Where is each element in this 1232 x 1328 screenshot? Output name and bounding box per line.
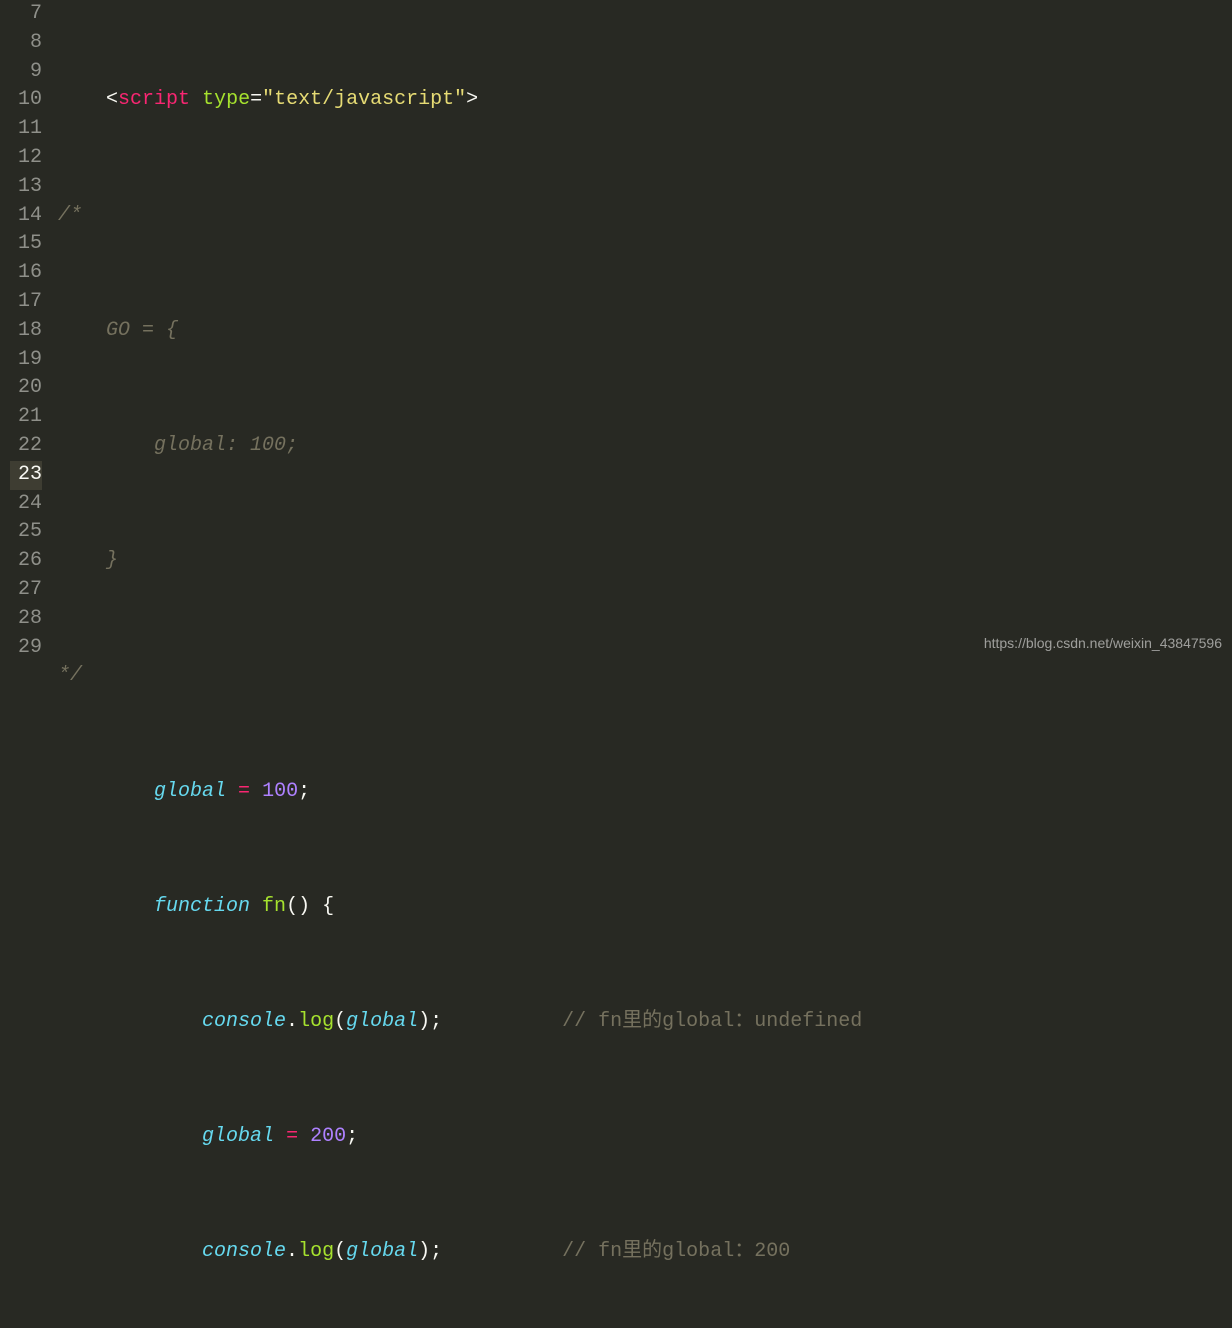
line-number: 25 [10, 518, 42, 547]
line-number: 14 [10, 202, 42, 231]
line-number: 13 [10, 173, 42, 202]
line-number: 28 [10, 605, 42, 634]
line-number: 17 [10, 288, 42, 317]
code-line[interactable]: function fn() { [58, 893, 1232, 922]
line-number: 24 [10, 490, 42, 519]
line-number: 8 [10, 29, 42, 58]
code-editor[interactable]: 7 8 9 10 11 12 13 14 15 16 17 18 19 20 2… [0, 0, 1232, 664]
line-number: 11 [10, 115, 42, 144]
line-number: 18 [10, 317, 42, 346]
code-line[interactable]: console.log(global); // fn里的global：undef… [58, 1008, 1232, 1037]
line-number: 9 [10, 58, 42, 87]
line-number: 12 [10, 144, 42, 173]
code-line[interactable]: } [58, 547, 1232, 576]
line-number: 26 [10, 547, 42, 576]
line-number: 20 [10, 374, 42, 403]
code-line[interactable]: */ [58, 662, 1232, 691]
code-line[interactable]: global = 200; [58, 1123, 1232, 1152]
code-line[interactable]: GO = { [58, 317, 1232, 346]
line-number: 27 [10, 576, 42, 605]
code-line[interactable]: global = 100; [58, 778, 1232, 807]
watermark-text: https://blog.csdn.net/weixin_43847596 [984, 629, 1222, 658]
line-number-gutter: 7 8 9 10 11 12 13 14 15 16 17 18 19 20 2… [0, 0, 58, 664]
line-number: 7 [10, 0, 42, 29]
line-number: 15 [10, 230, 42, 259]
line-number: 29 [10, 634, 42, 663]
code-area[interactable]: <script type="text/javascript"> /* GO = … [58, 0, 1232, 664]
line-number: 16 [10, 259, 42, 288]
code-line[interactable]: global: 100; [58, 432, 1232, 461]
line-number: 10 [10, 86, 42, 115]
code-line[interactable]: console.log(global); // fn里的global：200 [58, 1238, 1232, 1267]
line-number: 23 [10, 461, 42, 490]
line-number: 22 [10, 432, 42, 461]
code-line[interactable]: /* [58, 202, 1232, 231]
code-line[interactable]: <script type="text/javascript"> [58, 86, 1232, 115]
line-number: 19 [10, 346, 42, 375]
line-number: 21 [10, 403, 42, 432]
